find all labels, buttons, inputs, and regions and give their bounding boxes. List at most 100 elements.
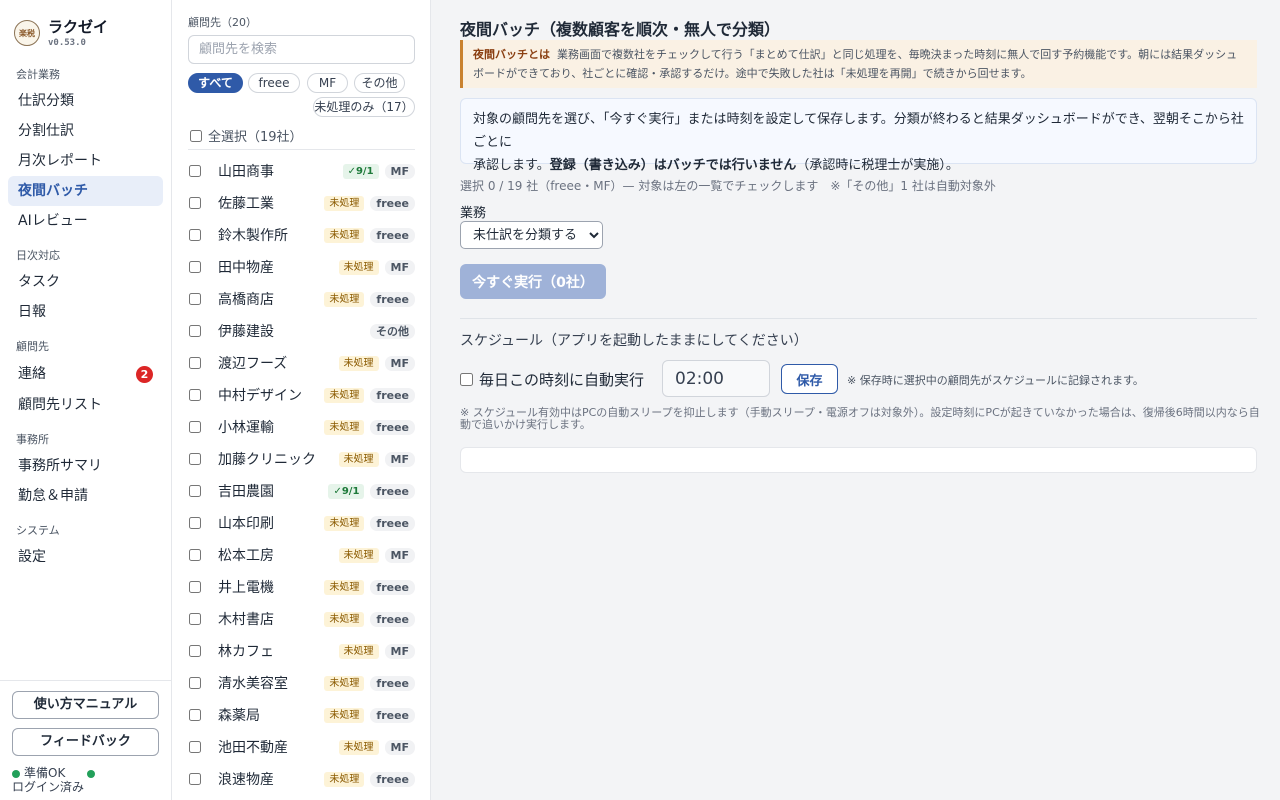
client-checkbox[interactable]: [189, 741, 201, 753]
client-row[interactable]: 渡辺フーズ 未処理 MF: [188, 347, 415, 379]
select-all-label: 全選択（19社）: [208, 130, 303, 145]
sidebar-item-journal-classify[interactable]: 仕訳分類: [8, 86, 163, 116]
sidebar: 楽税 ラクゼイ v0.53.0 会計業務 仕訳分類 分割仕訳 月次レポート 夜間…: [0, 0, 172, 800]
filter-chip-all[interactable]: すべて: [188, 73, 243, 93]
software-badge: MF: [384, 451, 415, 467]
client-name: 小林運輸: [218, 420, 274, 436]
client-checkbox[interactable]: [189, 517, 201, 529]
client-name: 森薬局: [218, 708, 260, 724]
info-label: 夜間バッチとは: [473, 48, 550, 61]
client-name: 井上電機: [218, 580, 274, 596]
sidebar-item-daily-report[interactable]: 日報: [8, 297, 163, 327]
client-row[interactable]: 浪速物産 未処理 freee: [188, 763, 415, 795]
status-badge: 未処理: [324, 419, 365, 435]
client-checkbox[interactable]: [189, 421, 201, 433]
client-name: 田中物産: [218, 260, 274, 276]
sidebar-item-split-journal[interactable]: 分割仕訳: [8, 116, 163, 146]
status-badge: 未処理: [324, 291, 365, 307]
schedule-checkbox[interactable]: [460, 373, 473, 386]
client-row[interactable]: 松本工房 未処理 MF: [188, 539, 415, 571]
schedule-time-input[interactable]: [662, 360, 770, 397]
sidebar-item-attendance[interactable]: 勤怠＆申請: [8, 481, 163, 511]
software-badge: その他: [370, 323, 415, 339]
client-row[interactable]: 山本印刷 未処理 freee: [188, 507, 415, 539]
sidebar-item-settings[interactable]: 設定: [8, 542, 163, 572]
save-note: ※ 保存時に選択中の顧問先がスケジュールに記録されます。: [847, 374, 1144, 387]
client-checkbox[interactable]: [189, 709, 201, 721]
software-badge: freee: [370, 579, 415, 595]
brand: 楽税 ラクゼイ v0.53.0: [0, 0, 171, 54]
client-row[interactable]: 伊藤建設 その他: [188, 315, 415, 347]
sidebar-item-client-list[interactable]: 顧問先リスト: [8, 390, 163, 420]
client-row[interactable]: 井上電機 未処理 freee: [188, 571, 415, 603]
sidebar-item-ai-review[interactable]: AIレビュー: [8, 206, 163, 236]
client-row[interactable]: 中村デザイン 未処理 freee: [188, 379, 415, 411]
client-row[interactable]: 小林運輸 未処理 freee: [188, 411, 415, 443]
client-row[interactable]: 加藤クリニック 未処理 MF: [188, 443, 415, 475]
client-checkbox[interactable]: [189, 325, 201, 337]
client-checkbox[interactable]: [189, 549, 201, 561]
client-row[interactable]: 鈴木製作所 未処理 freee: [188, 219, 415, 251]
client-row[interactable]: 山田商事 ✓9/1 MF: [188, 155, 415, 187]
client-checkbox[interactable]: [189, 453, 201, 465]
description-suffix: （承認時に税理士が実施）。: [796, 158, 959, 173]
nav-section-daily: 日次対応: [16, 249, 60, 262]
client-checkbox[interactable]: [189, 645, 201, 657]
feedback-button[interactable]: フィードバック: [12, 728, 159, 756]
filter-chip-unprocessed[interactable]: 未処理のみ（17）: [313, 97, 415, 117]
select-all-checkbox[interactable]: [190, 129, 202, 142]
sidebar-item-tasks[interactable]: タスク: [8, 267, 163, 297]
nav-section-system: システム: [16, 524, 60, 537]
status-badge: 未処理: [338, 259, 379, 275]
filter-chip-other[interactable]: その他: [354, 73, 405, 93]
software-badge: freee: [370, 227, 415, 243]
sidebar-item-contact[interactable]: 連絡 2: [8, 359, 163, 389]
client-checkbox[interactable]: [189, 677, 201, 689]
software-badge: freee: [370, 291, 415, 307]
client-name: 木村書店: [218, 612, 274, 628]
page-title: 夜間バッチ（複数顧客を順次・無人で分類）: [460, 20, 781, 39]
manual-button[interactable]: 使い方マニュアル: [12, 691, 159, 719]
client-checkbox[interactable]: [189, 261, 201, 273]
software-badge: freee: [370, 387, 415, 403]
software-badge: MF: [384, 739, 415, 755]
client-row[interactable]: 高橋商店 未処理 freee: [188, 283, 415, 315]
filter-chip-mf[interactable]: MF: [307, 73, 348, 93]
client-search-input[interactable]: [188, 35, 415, 64]
client-row[interactable]: 清水美容室 未処理 freee: [188, 667, 415, 699]
client-checkbox[interactable]: [189, 197, 201, 209]
client-checkbox[interactable]: [189, 389, 201, 401]
info-note: 夜間バッチとは 業務画面で複数社をチェックして行う「まとめて仕訳」と同じ処理を、…: [460, 40, 1257, 88]
client-row[interactable]: 田中物産 未処理 MF: [188, 251, 415, 283]
client-row[interactable]: 佐藤工業 未処理 freee: [188, 187, 415, 219]
task-select[interactable]: 未仕訳を分類する: [460, 221, 603, 249]
client-checkbox[interactable]: [189, 581, 201, 593]
client-checkbox[interactable]: [189, 165, 201, 177]
client-checkbox[interactable]: [189, 773, 201, 785]
sidebar-item-monthly-report[interactable]: 月次レポート: [8, 146, 163, 176]
client-checkbox[interactable]: [189, 357, 201, 369]
client-row[interactable]: 吉田農園 ✓9/1 freee: [188, 475, 415, 507]
client-row[interactable]: 池田不動産 未処理 MF: [188, 731, 415, 763]
client-name: 加藤クリニック: [218, 452, 316, 468]
schedule-checkbox-label: 毎日この時刻に自動実行: [479, 371, 645, 389]
client-checkbox[interactable]: [189, 229, 201, 241]
client-checkbox[interactable]: [189, 293, 201, 305]
client-row[interactable]: 森薬局 未処理 freee: [188, 699, 415, 731]
client-checkbox[interactable]: [189, 613, 201, 625]
filter-chip-freee[interactable]: freee: [248, 73, 300, 93]
sidebar-item-night-batch[interactable]: 夜間バッチ: [8, 176, 163, 206]
client-row[interactable]: 林カフェ 未処理 MF: [188, 635, 415, 667]
status-badge: 未処理: [324, 675, 365, 691]
select-all[interactable]: 全選択（19社）: [190, 126, 303, 145]
client-checkbox[interactable]: [189, 485, 201, 497]
client-name: 中村デザイン: [218, 388, 302, 404]
sidebar-item-office-summary[interactable]: 事務所サマリ: [8, 451, 163, 481]
run-now-button[interactable]: 今すぐ実行（0社）: [460, 264, 606, 299]
schedule-toggle[interactable]: 毎日この時刻に自動実行: [460, 369, 644, 390]
app-version: v0.53.0: [48, 38, 86, 48]
software-badge: MF: [384, 547, 415, 563]
main-content: 夜間バッチ（複数顧客を順次・無人で分類） 夜間バッチとは 業務画面で複数社をチェ…: [432, 0, 1280, 800]
client-row[interactable]: 木村書店 未処理 freee: [188, 603, 415, 635]
save-button[interactable]: 保存: [781, 364, 838, 394]
